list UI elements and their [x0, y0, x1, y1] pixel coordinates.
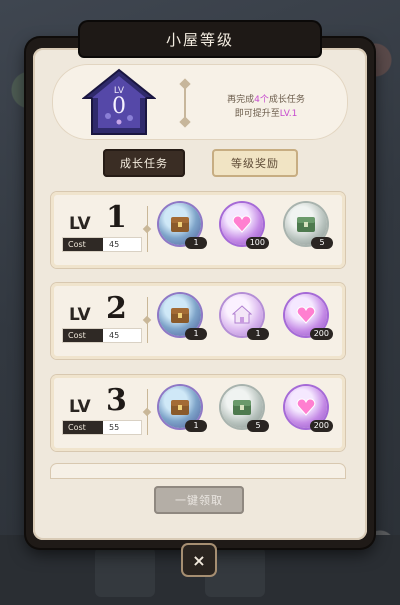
level-label: LV — [69, 305, 91, 325]
level-row[interactable]: LV 2 Cost 45 1 1 200 — [51, 283, 345, 359]
green-chest-icon — [297, 217, 315, 232]
cost-value: 45 — [109, 331, 120, 340]
next-level: LV.1 — [279, 109, 298, 119]
close-icon: × — [192, 550, 206, 570]
level-number: 2 — [106, 291, 127, 326]
level-label: LV — [69, 214, 91, 234]
level-row[interactable]: LV 1 Cost 45 1 100 5 — [51, 192, 345, 268]
level-label: LV — [69, 397, 91, 417]
reward-count: 200 — [309, 328, 333, 340]
row-divider — [147, 389, 148, 435]
cost-field: Cost 55 — [63, 421, 141, 434]
reward-item[interactable]: 5 — [221, 386, 269, 432]
level-number: 1 — [106, 200, 127, 235]
tab-growth-tasks[interactable]: 成长任务 — [103, 149, 185, 177]
treasure-chest-icon — [171, 400, 189, 415]
reward-item[interactable]: 1 — [221, 294, 269, 340]
level-number: 3 — [106, 383, 127, 418]
green-chest-icon — [233, 400, 251, 415]
heart-gem-icon — [232, 215, 252, 233]
level-row[interactable]: LV 3 Cost 55 1 5 200 — [51, 375, 345, 451]
reward-count: 200 — [309, 420, 333, 432]
cost-value: 45 — [109, 240, 120, 249]
reward-count: 5 — [311, 237, 333, 249]
tab-level-rewards[interactable]: 等级奖励 — [212, 149, 298, 177]
dialog-title: 小屋等级 — [165, 30, 234, 49]
cost-field: Cost 45 — [63, 329, 141, 342]
claim-all-button[interactable]: 一键领取 — [154, 486, 244, 514]
reward-count: 5 — [247, 420, 269, 432]
house-level-badge: LV 0 — [81, 68, 157, 136]
treasure-chest-icon — [171, 308, 189, 323]
cost-label: Cost — [63, 238, 103, 251]
cost-value: 55 — [109, 423, 120, 432]
reward-item[interactable]: 1 — [159, 294, 207, 340]
house-level-value: 0 — [112, 94, 126, 119]
cost-label: Cost — [63, 421, 103, 434]
heart-gem-icon — [296, 306, 316, 324]
reward-count: 1 — [185, 237, 207, 249]
background-tile — [95, 547, 155, 597]
row-divider — [147, 206, 148, 252]
remaining-tasks: 4个 — [254, 95, 269, 105]
cost-field: Cost 45 — [63, 238, 141, 251]
treasure-chest-icon — [171, 217, 189, 232]
reward-item[interactable]: 1 — [159, 203, 207, 249]
reward-count: 100 — [245, 237, 269, 249]
heart-gem-icon — [296, 398, 316, 416]
cost-label: Cost — [63, 329, 103, 342]
house-icon — [232, 305, 252, 324]
level-row-partial — [51, 464, 345, 478]
reward-item[interactable]: 200 — [285, 386, 333, 432]
reward-item[interactable]: 100 — [221, 203, 269, 249]
reward-count: 1 — [185, 328, 207, 340]
level-up-hint: 再完成4个成长任务 即可提升至LV.1 — [227, 95, 305, 119]
reward-item[interactable]: 200 — [285, 294, 333, 340]
header-divider — [184, 82, 186, 124]
reward-item[interactable]: 1 — [159, 386, 207, 432]
reward-count: 1 — [247, 328, 269, 340]
reward-item[interactable]: 5 — [285, 203, 333, 249]
dialog-title-bar: 小屋等级 — [80, 22, 320, 56]
close-button[interactable]: × — [183, 545, 215, 575]
reward-count: 1 — [185, 420, 207, 432]
row-divider — [147, 297, 148, 343]
